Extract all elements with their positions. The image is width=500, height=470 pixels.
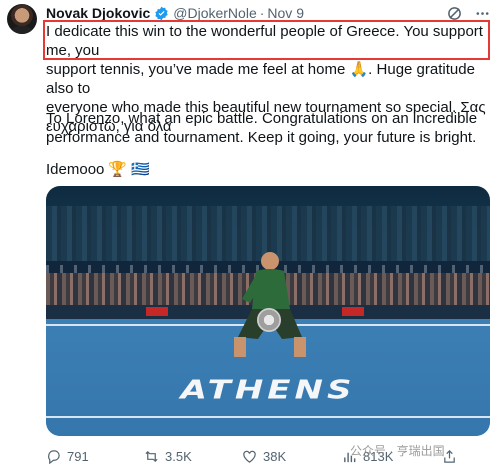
watermark-text: 公众号 · 亨瑞出国 [350, 444, 445, 458]
author-handle[interactable]: @DjokerNole [173, 5, 256, 21]
reply-button[interactable]: 791 [46, 449, 89, 464]
tweet-photo[interactable]: ATHENS [46, 186, 490, 436]
greece-flag-emoji-icon: 🇬🇷 [131, 161, 150, 178]
repost-icon [145, 450, 158, 462]
tweet-p3-text: Idemooo [46, 161, 105, 178]
reply-icon [48, 449, 60, 464]
header-actions [446, 5, 490, 21]
photo-ad-panel [342, 307, 364, 316]
author-name[interactable]: Novak Djokovic [46, 5, 150, 21]
tweet-date[interactable]: Nov 9 [267, 5, 304, 21]
tweet-p2-line-1: To Lorenzo, what an epic battle. Congrat… [46, 110, 478, 127]
photo-court-text: ATHENS [180, 375, 356, 405]
tweet-paragraph-2: To Lorenzo, what an epic battle. Congrat… [46, 109, 491, 147]
like-count: 38K [263, 448, 287, 464]
reply-count: 791 [67, 448, 89, 464]
header-separator: · [259, 5, 265, 21]
photo-trophy [257, 308, 281, 332]
tweet-paragraph-3: Idemooo 🏆 🇬🇷 [46, 160, 150, 179]
avatar-shirt [11, 26, 33, 34]
tweet-p2-line-2: performance and tournament. Keep it goin… [46, 129, 477, 146]
tweet-line-2: support tennis, you’ve made me feel at h… [46, 61, 475, 97]
trophy-emoji-icon: 🏆 [108, 161, 128, 178]
verified-badge-icon [154, 6, 169, 21]
repost-count: 3.5K [165, 448, 192, 464]
photo-ad-panel [146, 307, 168, 316]
like-button[interactable]: 38K [242, 449, 286, 464]
red-highlight-box [43, 20, 490, 60]
heart-icon [243, 450, 256, 463]
more-options-icon[interactable] [474, 5, 490, 21]
grok-icon[interactable] [446, 5, 462, 21]
repost-button[interactable]: 3.5K [144, 449, 192, 464]
author-avatar[interactable] [7, 4, 37, 34]
photo-court-line [46, 416, 490, 418]
